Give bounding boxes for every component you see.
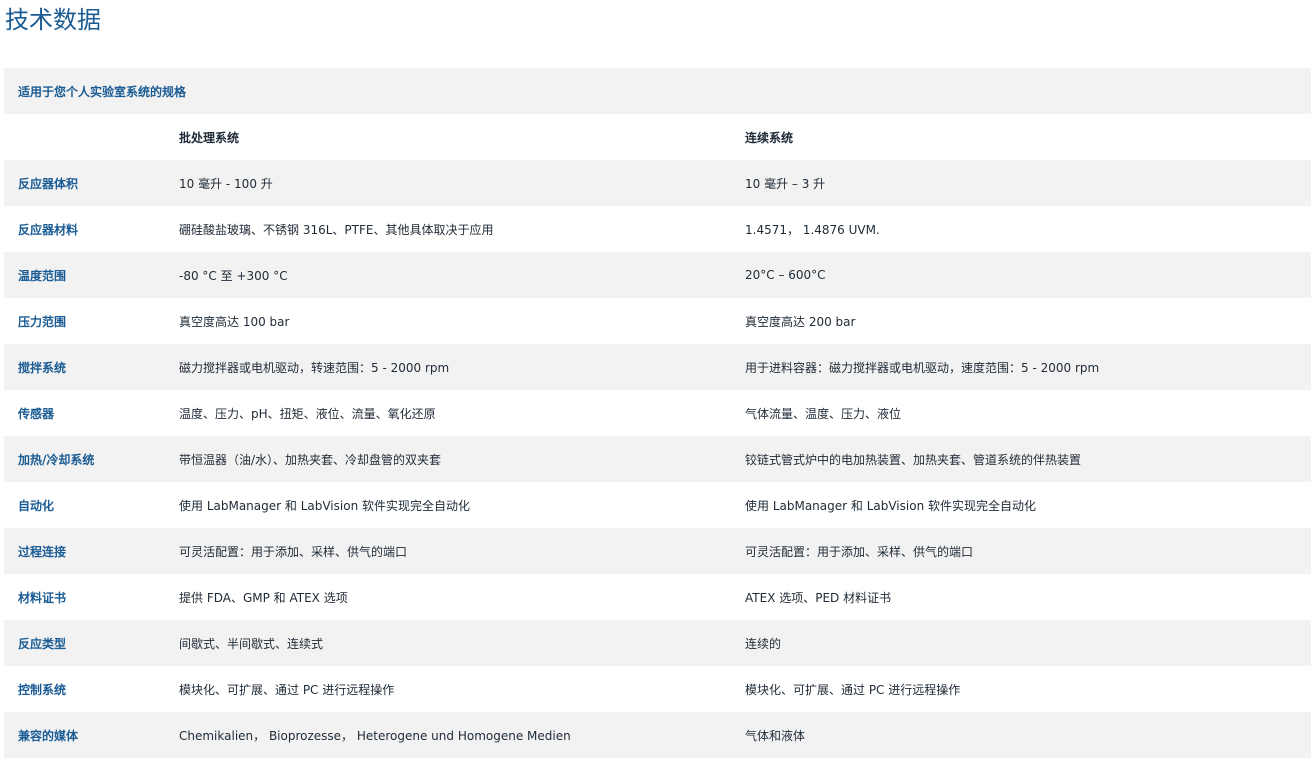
batch-value: 间歇式、半间歇式、连续式 <box>179 620 745 666</box>
row-label: 自动化 <box>4 482 179 528</box>
page-title: 技术数据 <box>5 6 101 34</box>
batch-value: Chemikalien， Bioprozesse， Heterogene und… <box>179 712 745 758</box>
row-label: 压力范围 <box>4 298 179 344</box>
table-row: 自动化 使用 LabManager 和 LabVision 软件实现完全自动化 使用… <box>4 482 1311 528</box>
continuous-value: 10 毫升 – 3 升 <box>745 160 1311 206</box>
table-row: 加热/冷却系统 带恒温器（油/水）、加热夹套、冷却盘管的双夹套 铰链式管式炉中的电加… <box>4 436 1311 482</box>
table-caption-row: 适用于您个人实验室系统的规格 <box>4 68 1311 114</box>
column-header-batch: 批处理系统 <box>179 114 745 160</box>
batch-value: 硼硅酸盐玻璃、不锈钢 316L、PTFE、其他具体取决于应用 <box>179 206 745 252</box>
column-header-continuous: 连续系统 <box>745 114 1311 160</box>
continuous-value: 1.4571， 1.4876 UVM. <box>745 206 1311 252</box>
row-label: 加热/冷却系统 <box>4 436 179 482</box>
row-label: 搅拌系统 <box>4 344 179 390</box>
table-row: 反应器体积 10 毫升 - 100 升 10 毫升 – 3 升 <box>4 160 1311 206</box>
table-row: 温度范围 -80 °C 至 +300 °C 20°C – 600°C <box>4 252 1311 298</box>
table-row: 过程连接 可灵活配置：用于添加、采样、供气的端口 可灵活配置：用于添加、采样、供气的… <box>4 528 1311 574</box>
batch-value: 使用 LabManager 和 LabVision 软件实现完全自动化 <box>179 482 745 528</box>
continuous-value: 用于进料容器：磁力搅拌器或电机驱动，速度范围：5 - 2000 rpm <box>745 344 1311 390</box>
continuous-value: 连续的 <box>745 620 1311 666</box>
continuous-value: 使用 LabManager 和 LabVision 软件实现完全自动化 <box>745 482 1311 528</box>
row-label: 反应器体积 <box>4 160 179 206</box>
batch-value: 真空度高达 100 bar <box>179 298 745 344</box>
table-row: 兼容的媒体 Chemikalien， Bioprozesse， Heterogen… <box>4 712 1311 758</box>
row-label: 反应类型 <box>4 620 179 666</box>
batch-value: 模块化、可扩展、通过 PC 进行远程操作 <box>179 666 745 712</box>
continuous-value: 模块化、可扩展、通过 PC 进行远程操作 <box>745 666 1311 712</box>
row-label: 过程连接 <box>4 528 179 574</box>
table-row: 材料证书 提供 FDA、GMP 和 ATEX 选项 ATEX 选项、PED 材料证书 <box>4 574 1311 620</box>
continuous-value: 气体流量、温度、压力、液位 <box>745 390 1311 436</box>
batch-value: 提供 FDA、GMP 和 ATEX 选项 <box>179 574 745 620</box>
continuous-value: 铰链式管式炉中的电加热装置、加热夹套、管道系统的伴热装置 <box>745 436 1311 482</box>
row-label: 控制系统 <box>4 666 179 712</box>
table-caption: 适用于您个人实验室系统的规格 <box>4 68 1311 114</box>
row-label: 温度范围 <box>4 252 179 298</box>
row-label: 反应器材料 <box>4 206 179 252</box>
batch-value: 10 毫升 - 100 升 <box>179 160 745 206</box>
continuous-value: 真空度高达 200 bar <box>745 298 1311 344</box>
row-label: 传感器 <box>4 390 179 436</box>
continuous-value: 气体和液体 <box>745 712 1311 758</box>
batch-value: 带恒温器（油/水）、加热夹套、冷却盘管的双夹套 <box>179 436 745 482</box>
batch-value: -80 °C 至 +300 °C <box>179 252 745 298</box>
row-label: 兼容的媒体 <box>4 712 179 758</box>
batch-value: 磁力搅拌器或电机驱动，转速范围：5 - 2000 rpm <box>179 344 745 390</box>
table-header-row: 批处理系统 连续系统 <box>4 114 1311 160</box>
table-row: 搅拌系统 磁力搅拌器或电机驱动，转速范围：5 - 2000 rpm 用于进料容器：磁… <box>4 344 1311 390</box>
batch-value: 温度、压力、pH、扭矩、液位、流量、氧化还原 <box>179 390 745 436</box>
table-row: 传感器 温度、压力、pH、扭矩、液位、流量、氧化还原 气体流量、温度、压力、液位 <box>4 390 1311 436</box>
header-empty-cell <box>4 114 179 160</box>
continuous-value: 可灵活配置：用于添加、采样、供气的端口 <box>745 528 1311 574</box>
table-row: 压力范围 真空度高达 100 bar 真空度高达 200 bar <box>4 298 1311 344</box>
continuous-value: ATEX 选项、PED 材料证书 <box>745 574 1311 620</box>
spec-table: 适用于您个人实验室系统的规格 批处理系统 连续系统 反应器体积 10 毫升 - 1… <box>4 68 1311 758</box>
table-row: 反应器材料 硼硅酸盐玻璃、不锈钢 316L、PTFE、其他具体取决于应用 1.457… <box>4 206 1311 252</box>
table-row: 反应类型 间歇式、半间歇式、连续式 连续的 <box>4 620 1311 666</box>
row-label: 材料证书 <box>4 574 179 620</box>
table-row: 控制系统 模块化、可扩展、通过 PC 进行远程操作 模块化、可扩展、通过 PC 进行… <box>4 666 1311 712</box>
continuous-value: 20°C – 600°C <box>745 252 1311 298</box>
batch-value: 可灵活配置：用于添加、采样、供气的端口 <box>179 528 745 574</box>
